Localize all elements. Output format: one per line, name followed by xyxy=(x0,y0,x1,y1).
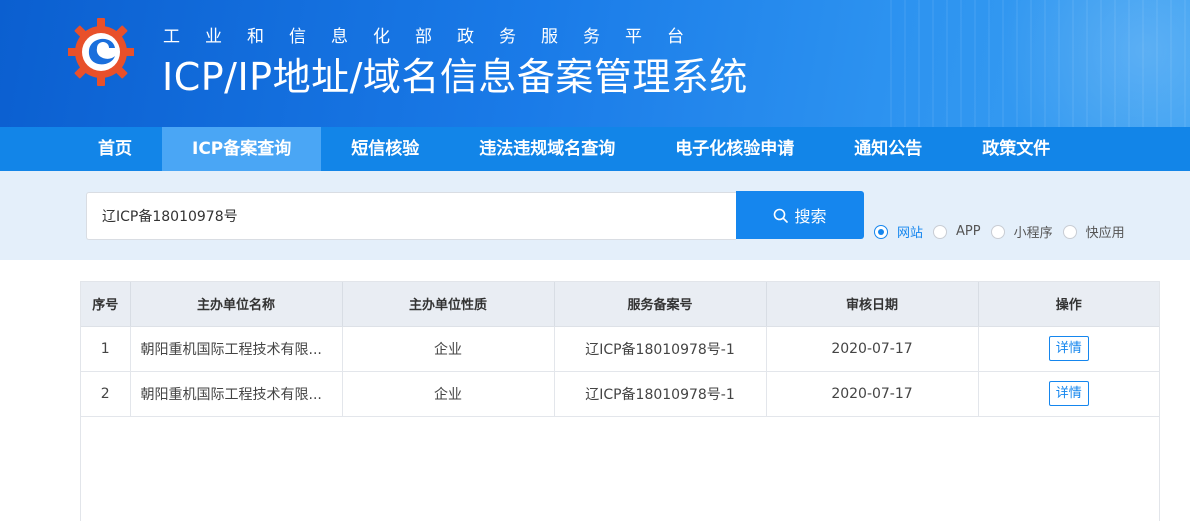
table-row: 2 朝阳重机国际工程技术有限... 企业 辽ICP备18010978号-1 20… xyxy=(81,371,1159,417)
table-row: 1 朝阳重机国际工程技术有限... 企业 辽ICP备18010978号-1 20… xyxy=(81,326,1159,372)
results-table-container: 序号 主办单位名称 主办单位性质 服务备案号 审核日期 操作 1 朝阳重机国际工… xyxy=(80,281,1160,521)
radio-dot xyxy=(1062,224,1077,239)
cell-review-date: 2020-07-17 xyxy=(766,371,979,417)
banner-decoration xyxy=(890,0,1190,127)
cell-org-name: 朝阳重机国际工程技术有限... xyxy=(130,371,343,417)
radio-label: APP xyxy=(956,224,981,239)
cell-index: 2 xyxy=(81,371,131,417)
cell-org-name: 朝阳重机国际工程技术有限... xyxy=(130,326,343,372)
cell-review-date: 2020-07-17 xyxy=(766,326,979,372)
radio-website[interactable]: 网站 xyxy=(874,222,923,241)
nav-item-policy-docs[interactable]: 政策文件 xyxy=(952,127,1080,171)
search-button[interactable]: 搜索 xyxy=(736,191,864,239)
cell-action: 详情 xyxy=(978,326,1159,372)
nav-item-icp-query[interactable]: ICP备案查询 xyxy=(162,127,322,171)
header-index: 序号 xyxy=(81,282,131,327)
detail-button[interactable]: 详情 xyxy=(1048,336,1089,361)
radio-app[interactable]: APP xyxy=(933,224,981,239)
cell-record-no: 辽ICP备18010978号-1 xyxy=(554,371,767,417)
cell-org-nature: 企业 xyxy=(342,326,555,372)
nav-item-home[interactable]: 首页 xyxy=(68,127,162,171)
cell-index: 1 xyxy=(81,326,131,372)
header-org-nature: 主办单位性质 xyxy=(342,282,555,327)
platform-subtitle: 工业和信息化部政务服务平台 xyxy=(163,27,709,47)
results-table: 序号 主办单位名称 主办单位性质 服务备案号 审核日期 操作 1 朝阳重机国际工… xyxy=(81,282,1159,417)
radio-label: 网站 xyxy=(897,226,924,241)
page-title: ICP/IP地址/域名信息备案管理系统 xyxy=(162,55,748,99)
miit-gear-logo-icon xyxy=(68,18,134,86)
search-section: 搜索 网站 APP 小程序 快应用 xyxy=(0,171,1190,260)
search-type-radio-group: 网站 APP 小程序 快应用 xyxy=(874,222,1135,241)
table-header-row: 序号 主办单位名称 主办单位性质 服务备案号 审核日期 操作 xyxy=(81,282,1159,327)
radio-label: 小程序 xyxy=(1013,226,1053,241)
nav-item-notices[interactable]: 通知公告 xyxy=(824,127,952,171)
nav-item-illegal-domain-query[interactable]: 违法违规域名查询 xyxy=(449,127,645,171)
radio-quick-app[interactable]: 快应用 xyxy=(1062,222,1125,241)
detail-button[interactable]: 详情 xyxy=(1048,381,1089,406)
header-record-no: 服务备案号 xyxy=(554,282,767,327)
cell-action: 详情 xyxy=(978,371,1159,417)
header-org-name: 主办单位名称 xyxy=(130,282,343,327)
nav-item-sms-verify[interactable]: 短信核验 xyxy=(321,127,449,171)
header-action: 操作 xyxy=(978,282,1159,327)
nav-item-e-verify-apply[interactable]: 电子化核验申请 xyxy=(645,127,824,171)
search-icon xyxy=(774,208,789,223)
radio-dot xyxy=(933,224,948,239)
search-button-label: 搜索 xyxy=(794,207,827,226)
search-input[interactable] xyxy=(86,192,736,240)
cell-record-no: 辽ICP备18010978号-1 xyxy=(554,326,767,372)
header-banner: 工业和信息化部政务服务平台 ICP/IP地址/域名信息备案管理系统 xyxy=(0,0,1190,127)
radio-dot xyxy=(990,224,1005,239)
radio-mini-program[interactable]: 小程序 xyxy=(990,222,1053,241)
radio-dot xyxy=(874,224,888,239)
cell-org-nature: 企业 xyxy=(342,371,555,417)
radio-label: 快应用 xyxy=(1085,226,1125,241)
main-nav: 首页 ICP备案查询 短信核验 违法违规域名查询 电子化核验申请 通知公告 政策… xyxy=(0,127,1190,171)
header-review-date: 审核日期 xyxy=(766,282,979,327)
